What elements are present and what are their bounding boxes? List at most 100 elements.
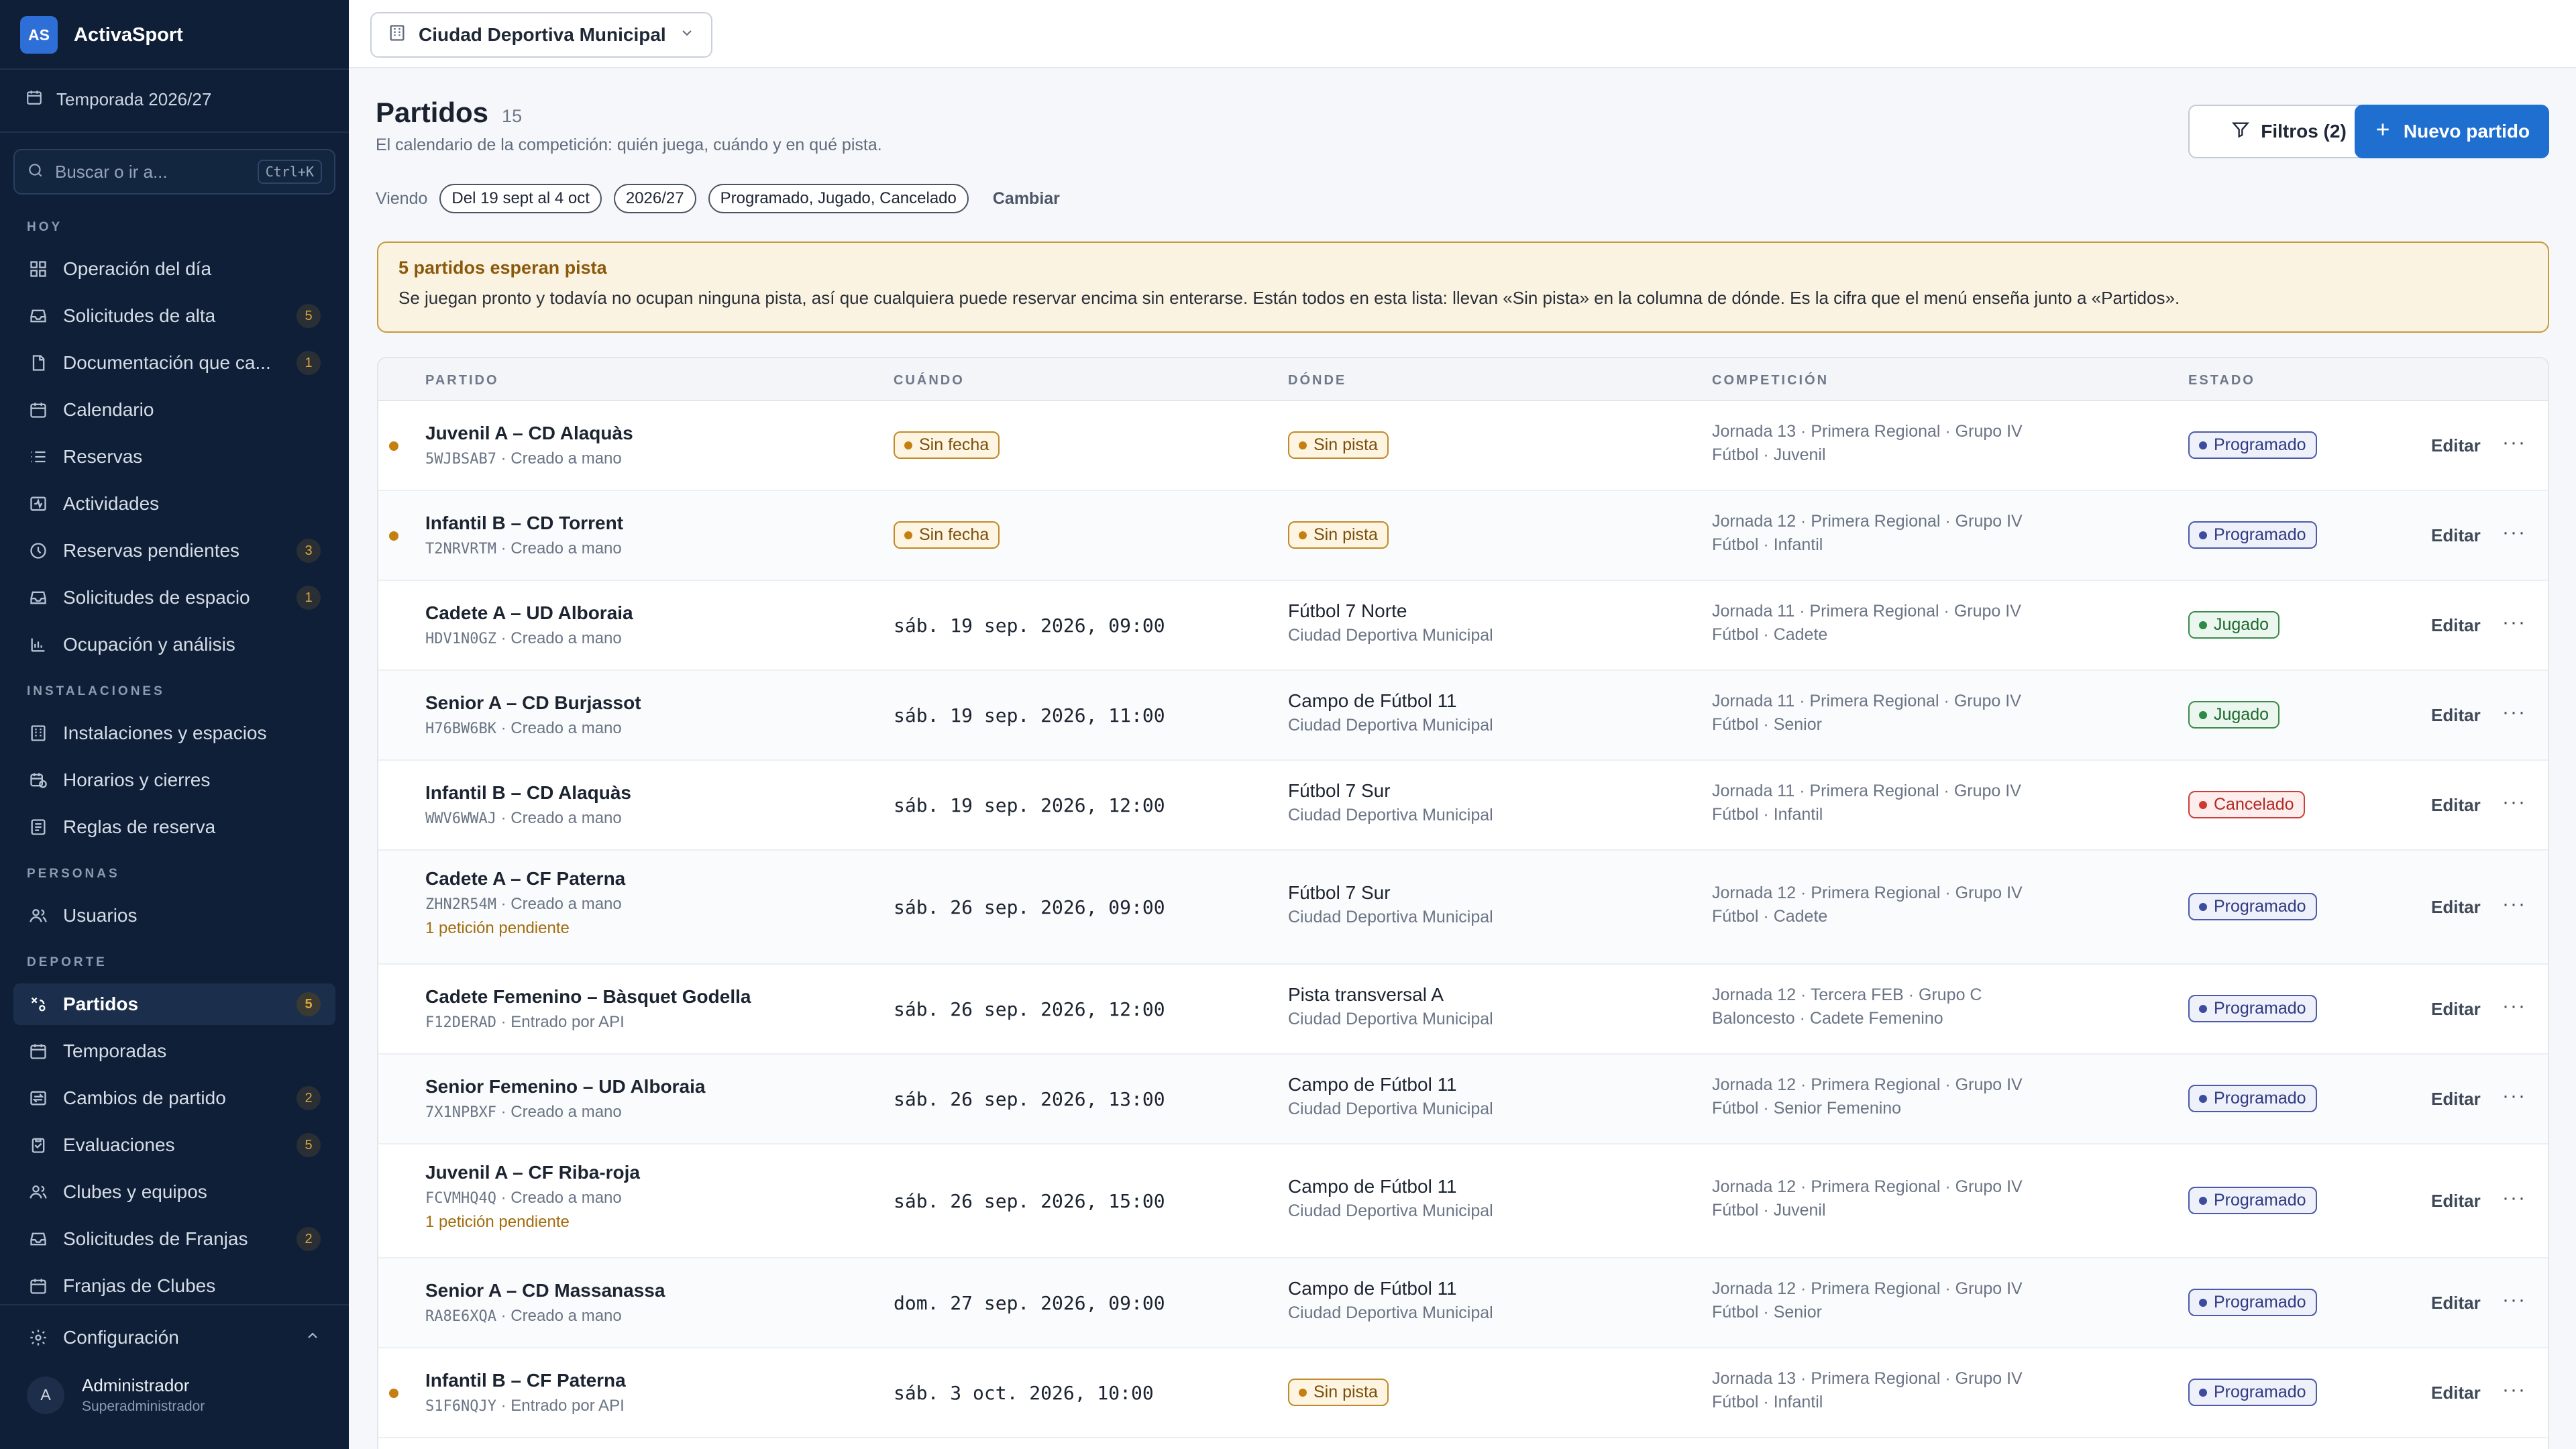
table-row[interactable]: Juvenil A – CD Alaquàs 5WJBSAB7 · Creado…	[378, 401, 2548, 491]
edit-button[interactable]: Editar	[2431, 897, 2481, 918]
edit-button[interactable]: Editar	[2431, 1383, 2481, 1403]
match-name[interactable]: Cadete Femenino – Bàsquet Godella	[425, 986, 751, 1008]
court-name: Campo de Fútbol 11	[1288, 690, 1457, 711]
user-profile[interactable]: A Administrador Superadministrador	[27, 1375, 205, 1415]
match-origin: · Creado a mano	[500, 895, 622, 913]
column-header-partido[interactable]: PARTIDO	[425, 373, 499, 388]
sidebar-item-cambios-de-partido[interactable]: Cambios de partido 2	[13, 1077, 335, 1119]
sidebar-item-calendario[interactable]: Calendario	[13, 389, 335, 431]
table-row[interactable]: Infantil B – CD Torrent T2NRVRTM · Cread…	[378, 491, 2548, 581]
more-options-icon[interactable]: ···	[2502, 431, 2526, 454]
edit-button[interactable]: Editar	[2431, 1293, 2481, 1313]
sidebar-item-operacion-del-dia[interactable]: Operación del día	[13, 248, 335, 290]
table-row[interactable]: Infantil B – CD Alaquàs WWV6WWAJ · Cread…	[378, 761, 2548, 851]
sidebar-item-solicitudes-de-alta[interactable]: Solicitudes de alta 5	[13, 295, 335, 337]
column-header-donde[interactable]: DÓNDE	[1288, 373, 1346, 388]
table-row[interactable]: Senior Femenino – UD Alboraia 7X1NPBXF ·…	[378, 1055, 2548, 1144]
status-dot	[2199, 1298, 2207, 1307]
change-filters-link[interactable]: Cambiar	[993, 189, 1060, 209]
sidebar-item-usuarios[interactable]: Usuarios	[13, 895, 335, 936]
search-input[interactable]: Buscar o ir a... Ctrl+K	[13, 149, 335, 195]
more-options-icon[interactable]: ···	[2502, 611, 2526, 634]
more-options-icon[interactable]: ···	[2502, 1289, 2526, 1311]
match-name[interactable]: Cadete A – CF Paterna	[425, 868, 625, 890]
table-row[interactable]: Senior A – CD Burjassot H76BW6BK · Cread…	[378, 671, 2548, 761]
sidebar-item-solicitudes-de-espacio[interactable]: Solicitudes de espacio 1	[13, 577, 335, 619]
filter-chip-dates[interactable]: Del 19 sept al 4 oct	[439, 184, 602, 213]
match-origin: · Entrado por API	[500, 1013, 625, 1031]
match-name[interactable]: Infantil B – CD Torrent	[425, 513, 623, 534]
edit-button[interactable]: Editar	[2431, 705, 2481, 726]
sidebar-item-label: Cambios de partido	[63, 1087, 226, 1108]
config-toggle[interactable]: Configuración	[13, 1318, 335, 1358]
edit-button[interactable]: Editar	[2431, 1191, 2481, 1212]
filter-chip-status[interactable]: Programado, Jugado, Cancelado	[708, 184, 969, 213]
inbox-icon	[28, 1229, 48, 1249]
column-header-estado[interactable]: ESTADO	[2188, 373, 2255, 388]
divider	[0, 131, 349, 133]
more-options-icon[interactable]: ···	[2502, 1187, 2526, 1210]
table-row[interactable]: Senior A – CD Massanassa RA8E6XQA · Crea…	[378, 1258, 2548, 1348]
sidebar-item-clubes-y-equipos[interactable]: Clubes y equipos	[13, 1171, 335, 1213]
table-row[interactable]: Juvenil A – CF Riba-roja FCVMHQ4Q · Crea…	[378, 1144, 2548, 1258]
sidebar-item-reservas-pendientes[interactable]: Reservas pendientes 3	[13, 530, 335, 572]
match-name[interactable]: Juvenil A – CD Alaquàs	[425, 423, 633, 444]
sidebar-item-horarios-y-cierres[interactable]: Horarios y cierres	[13, 759, 335, 801]
edit-button[interactable]: Editar	[2431, 1089, 2481, 1110]
edit-button[interactable]: Editar	[2431, 999, 2481, 1020]
sidebar-item-evaluaciones[interactable]: Evaluaciones 5	[13, 1124, 335, 1166]
warning-dot	[904, 531, 912, 539]
sidebar-item-ocupacion-y-analisis[interactable]: Ocupación y análisis	[13, 624, 335, 665]
competition-category: Fútbol · Senior	[1712, 715, 1822, 734]
match-meta: S1F6NQJY · Entrado por API	[425, 1397, 626, 1415]
match-datetime: sáb. 26 sep. 2026, 15:00	[894, 1190, 1165, 1212]
venue-select[interactable]: Ciudad Deportiva Municipal	[370, 12, 712, 58]
pending-request[interactable]: 1 petición pendiente	[425, 919, 625, 938]
filter-chip-season[interactable]: 2026/27	[613, 184, 696, 213]
sidebar-item-temporadas[interactable]: Temporadas	[13, 1030, 335, 1072]
sidebar-item-instalaciones-y-espacios[interactable]: Instalaciones y espacios	[13, 712, 335, 754]
more-options-icon[interactable]: ···	[2502, 1379, 2526, 1401]
more-options-icon[interactable]: ···	[2502, 701, 2526, 724]
season-selector[interactable]: Temporada 2026/27	[25, 87, 211, 111]
sidebar-item-solicitudes-de-franjas[interactable]: Solicitudes de Franjas 2	[13, 1218, 335, 1260]
sidebar-item-partidos[interactable]: Partidos 5	[13, 983, 335, 1025]
table-row[interactable]: Cadete A – UD Alboraia HDV1N0GZ · Creado…	[378, 581, 2548, 671]
more-options-icon[interactable]: ···	[2502, 1085, 2526, 1108]
new-match-button[interactable]: Nuevo partido	[2355, 105, 2549, 158]
calendar-icon	[28, 1276, 48, 1296]
column-header-cuando[interactable]: CUÁNDO	[894, 373, 965, 388]
sidebar-item-reglas-de-reserva[interactable]: Reglas de reserva	[13, 806, 335, 848]
match-name[interactable]: Cadete A – UD Alboraia	[425, 602, 633, 624]
edit-button[interactable]: Editar	[2431, 435, 2481, 456]
more-options-icon[interactable]: ···	[2502, 791, 2526, 814]
sidebar-item-franjas-de-clubes[interactable]: Franjas de Clubes	[13, 1265, 335, 1307]
match-name[interactable]: Senior A – CD Massanassa	[425, 1280, 665, 1301]
match-name[interactable]: Senior Femenino – UD Alboraia	[425, 1076, 705, 1097]
edit-button[interactable]: Editar	[2431, 795, 2481, 816]
plus-icon	[2374, 121, 2392, 143]
match-name[interactable]: Senior A – CD Burjassot	[425, 692, 641, 714]
sidebar-item-actividades[interactable]: Actividades	[13, 483, 335, 525]
edit-button[interactable]: Editar	[2431, 525, 2481, 546]
more-options-icon[interactable]: ···	[2502, 521, 2526, 544]
pending-request[interactable]: 1 petición pendiente	[425, 1213, 640, 1232]
sidebar-item-reservas[interactable]: Reservas	[13, 436, 335, 478]
missing-court-dot	[389, 1389, 398, 1398]
edit-button[interactable]: Editar	[2431, 615, 2481, 636]
table-row[interactable]: Cadete A – CF Paterna ZHN2R54M · Creado …	[378, 851, 2548, 965]
match-name[interactable]: Infantil B – CD Alaquàs	[425, 782, 631, 804]
more-options-icon[interactable]: ···	[2502, 995, 2526, 1018]
more-options-icon[interactable]: ···	[2502, 893, 2526, 916]
sidebar-item-documentacion-que-ca[interactable]: Documentación que ca... 1	[13, 342, 335, 384]
table-row[interactable]: Cadete Femenino – Bàsquet Godella F12DER…	[378, 965, 2548, 1055]
table-row[interactable]: Infantil B – CF Paterna S1F6NQJY · Entra…	[378, 1348, 2548, 1438]
users-icon	[28, 906, 48, 926]
competition-category: Fútbol · Cadete	[1712, 907, 1828, 926]
brand[interactable]: AS ActivaSport	[20, 16, 183, 54]
match-name[interactable]: Infantil B – CF Paterna	[425, 1370, 626, 1391]
sidebar-item-label: Usuarios	[63, 905, 138, 926]
venue-name: Ciudad Deportiva Municipal	[1288, 806, 1493, 824]
match-name[interactable]: Juvenil A – CF Riba-roja	[425, 1162, 640, 1183]
column-header-competicion[interactable]: COMPETICIÓN	[1712, 373, 1829, 388]
